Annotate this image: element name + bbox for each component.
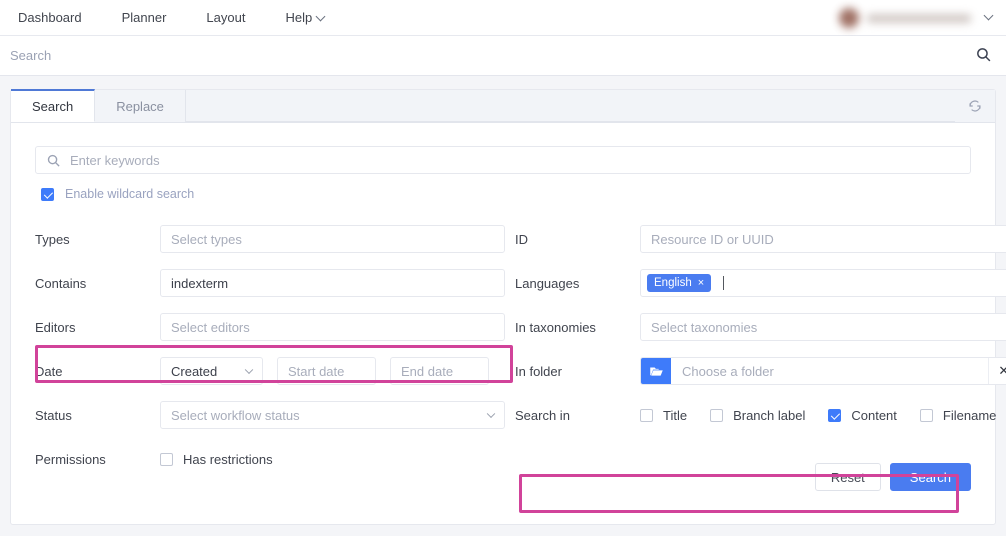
nav-item-dashboard-label: Dashboard xyxy=(18,10,82,25)
title-checkbox[interactable] xyxy=(640,409,653,422)
refresh-icon[interactable] xyxy=(955,90,995,122)
content-label: Content xyxy=(851,408,897,423)
tab-search-label: Search xyxy=(32,99,73,114)
field-permissions: Permissions Has restrictions xyxy=(35,437,515,481)
types-input[interactable]: Select types xyxy=(160,225,505,253)
chevron-down-icon xyxy=(487,410,495,418)
has-restrictions-label: Has restrictions xyxy=(183,452,273,467)
id-label: ID xyxy=(515,232,640,247)
enable-wildcard-checkbox[interactable] xyxy=(41,188,54,201)
field-status: Status Select workflow status xyxy=(35,393,515,437)
chevron-down-icon[interactable] xyxy=(984,10,994,20)
date-mode-select[interactable]: Created xyxy=(160,357,263,385)
field-types: Types Select types xyxy=(35,217,515,261)
permissions-option-has-restrictions[interactable]: Has restrictions xyxy=(160,452,273,467)
search-fields-grid: Types Select types ID Resource ID or UUI… xyxy=(35,217,971,481)
nav-item-planner[interactable]: Planner xyxy=(102,0,187,36)
status-label: Status xyxy=(35,408,160,423)
nav-item-help[interactable]: Help xyxy=(265,0,344,36)
search-in-options: Title Branch label Content Filename xyxy=(640,408,1006,423)
filename-label: Filename xyxy=(943,408,996,423)
taxonomies-input[interactable]: Select taxonomies xyxy=(640,313,1006,341)
top-navigation-bar: Dashboard Planner Layout Help xyxy=(0,0,1006,36)
branch-label-checkbox[interactable] xyxy=(710,409,723,422)
id-input[interactable]: Resource ID or UUID xyxy=(640,225,1006,253)
top-nav-menu: Dashboard Planner Layout Help xyxy=(0,0,344,36)
nav-item-planner-label: Planner xyxy=(122,10,167,25)
search-icon xyxy=(46,153,61,168)
field-id: ID Resource ID or UUID xyxy=(515,217,1006,261)
search-button[interactable]: Search xyxy=(890,463,971,491)
keywords-placeholder: Enter keywords xyxy=(70,153,160,168)
content-checkbox[interactable] xyxy=(828,409,841,422)
keywords-input[interactable]: Enter keywords xyxy=(35,146,971,174)
chevron-down-icon xyxy=(316,11,326,21)
search-form: Enter keywords Enable wildcard search Ty… xyxy=(11,123,995,481)
nav-item-layout-label: Layout xyxy=(206,10,245,25)
folder-label: In folder xyxy=(515,364,640,379)
contains-label: Contains xyxy=(35,276,160,291)
tab-replace-label: Replace xyxy=(116,99,164,114)
end-date-input[interactable]: End date xyxy=(390,357,489,385)
nav-item-dashboard[interactable]: Dashboard xyxy=(12,0,102,36)
types-label: Types xyxy=(35,232,160,247)
field-editors: Editors Select editors xyxy=(35,305,515,349)
status-select[interactable]: Select workflow status xyxy=(160,401,505,429)
field-languages: Languages English × xyxy=(515,261,1006,305)
languages-label: Languages xyxy=(515,276,640,291)
folder-icon[interactable] xyxy=(641,358,671,384)
field-taxonomies: In taxonomies Select taxonomies xyxy=(515,305,1006,349)
search-panel: Search Replace Enter keywords Enable wil… xyxy=(10,89,996,525)
languages-input[interactable]: English × xyxy=(640,269,1006,297)
nav-item-layout[interactable]: Layout xyxy=(186,0,265,36)
clear-folder-button[interactable]: ✕ xyxy=(988,358,1006,384)
has-restrictions-checkbox[interactable] xyxy=(160,453,173,466)
search-in-label: Search in xyxy=(515,408,640,423)
start-date-input[interactable]: Start date xyxy=(277,357,376,385)
contains-input[interactable]: indexterm xyxy=(160,269,505,297)
search-icon[interactable] xyxy=(975,46,992,66)
search-in-option-branch-label[interactable]: Branch label xyxy=(710,408,805,423)
status-value: Select workflow status xyxy=(171,408,300,423)
filename-checkbox[interactable] xyxy=(920,409,933,422)
global-search-bar[interactable]: Search xyxy=(0,36,1006,76)
language-chip-label: English xyxy=(654,277,692,289)
folder-picker: Choose a folder ✕ xyxy=(640,357,1006,385)
text-caret xyxy=(723,276,724,290)
panel-tab-strip: Search Replace xyxy=(11,90,995,123)
enable-wildcard-label: Enable wildcard search xyxy=(65,187,194,201)
chevron-down-icon xyxy=(245,366,253,374)
user-name-label xyxy=(867,14,971,23)
global-search-input[interactable]: Search xyxy=(10,48,51,63)
tab-replace[interactable]: Replace xyxy=(95,90,186,122)
editors-input[interactable]: Select editors xyxy=(160,313,505,341)
nav-item-help-label: Help xyxy=(285,10,312,25)
language-chip-english[interactable]: English × xyxy=(647,274,711,292)
folder-input[interactable]: Choose a folder xyxy=(671,358,988,384)
wildcard-row: Enable wildcard search xyxy=(41,187,971,201)
field-folder: In folder Choose a folder ✕ xyxy=(515,349,1006,393)
branch-label-label: Branch label xyxy=(733,408,805,423)
field-contains: Contains indexterm xyxy=(35,261,515,305)
search-in-option-title[interactable]: Title xyxy=(640,408,687,423)
date-label: Date xyxy=(35,364,160,379)
field-date: Date Created Start date End date xyxy=(35,349,515,393)
user-identity-redacted xyxy=(839,8,971,28)
form-actions: Reset Search xyxy=(815,463,971,491)
date-mode-value: Created xyxy=(171,364,217,379)
search-in-option-filename[interactable]: Filename xyxy=(920,408,996,423)
tab-strip-spacer xyxy=(186,90,955,122)
taxonomies-label: In taxonomies xyxy=(515,320,640,335)
permissions-label: Permissions xyxy=(35,452,160,467)
editors-label: Editors xyxy=(35,320,160,335)
user-menu[interactable] xyxy=(839,3,996,33)
field-search-in: Search in Title Branch label Content xyxy=(515,393,1006,437)
avatar xyxy=(839,8,859,28)
close-icon[interactable]: × xyxy=(698,277,704,289)
reset-button[interactable]: Reset xyxy=(815,463,881,491)
tab-search[interactable]: Search xyxy=(11,89,95,122)
title-label: Title xyxy=(663,408,687,423)
search-in-option-content[interactable]: Content xyxy=(828,408,897,423)
